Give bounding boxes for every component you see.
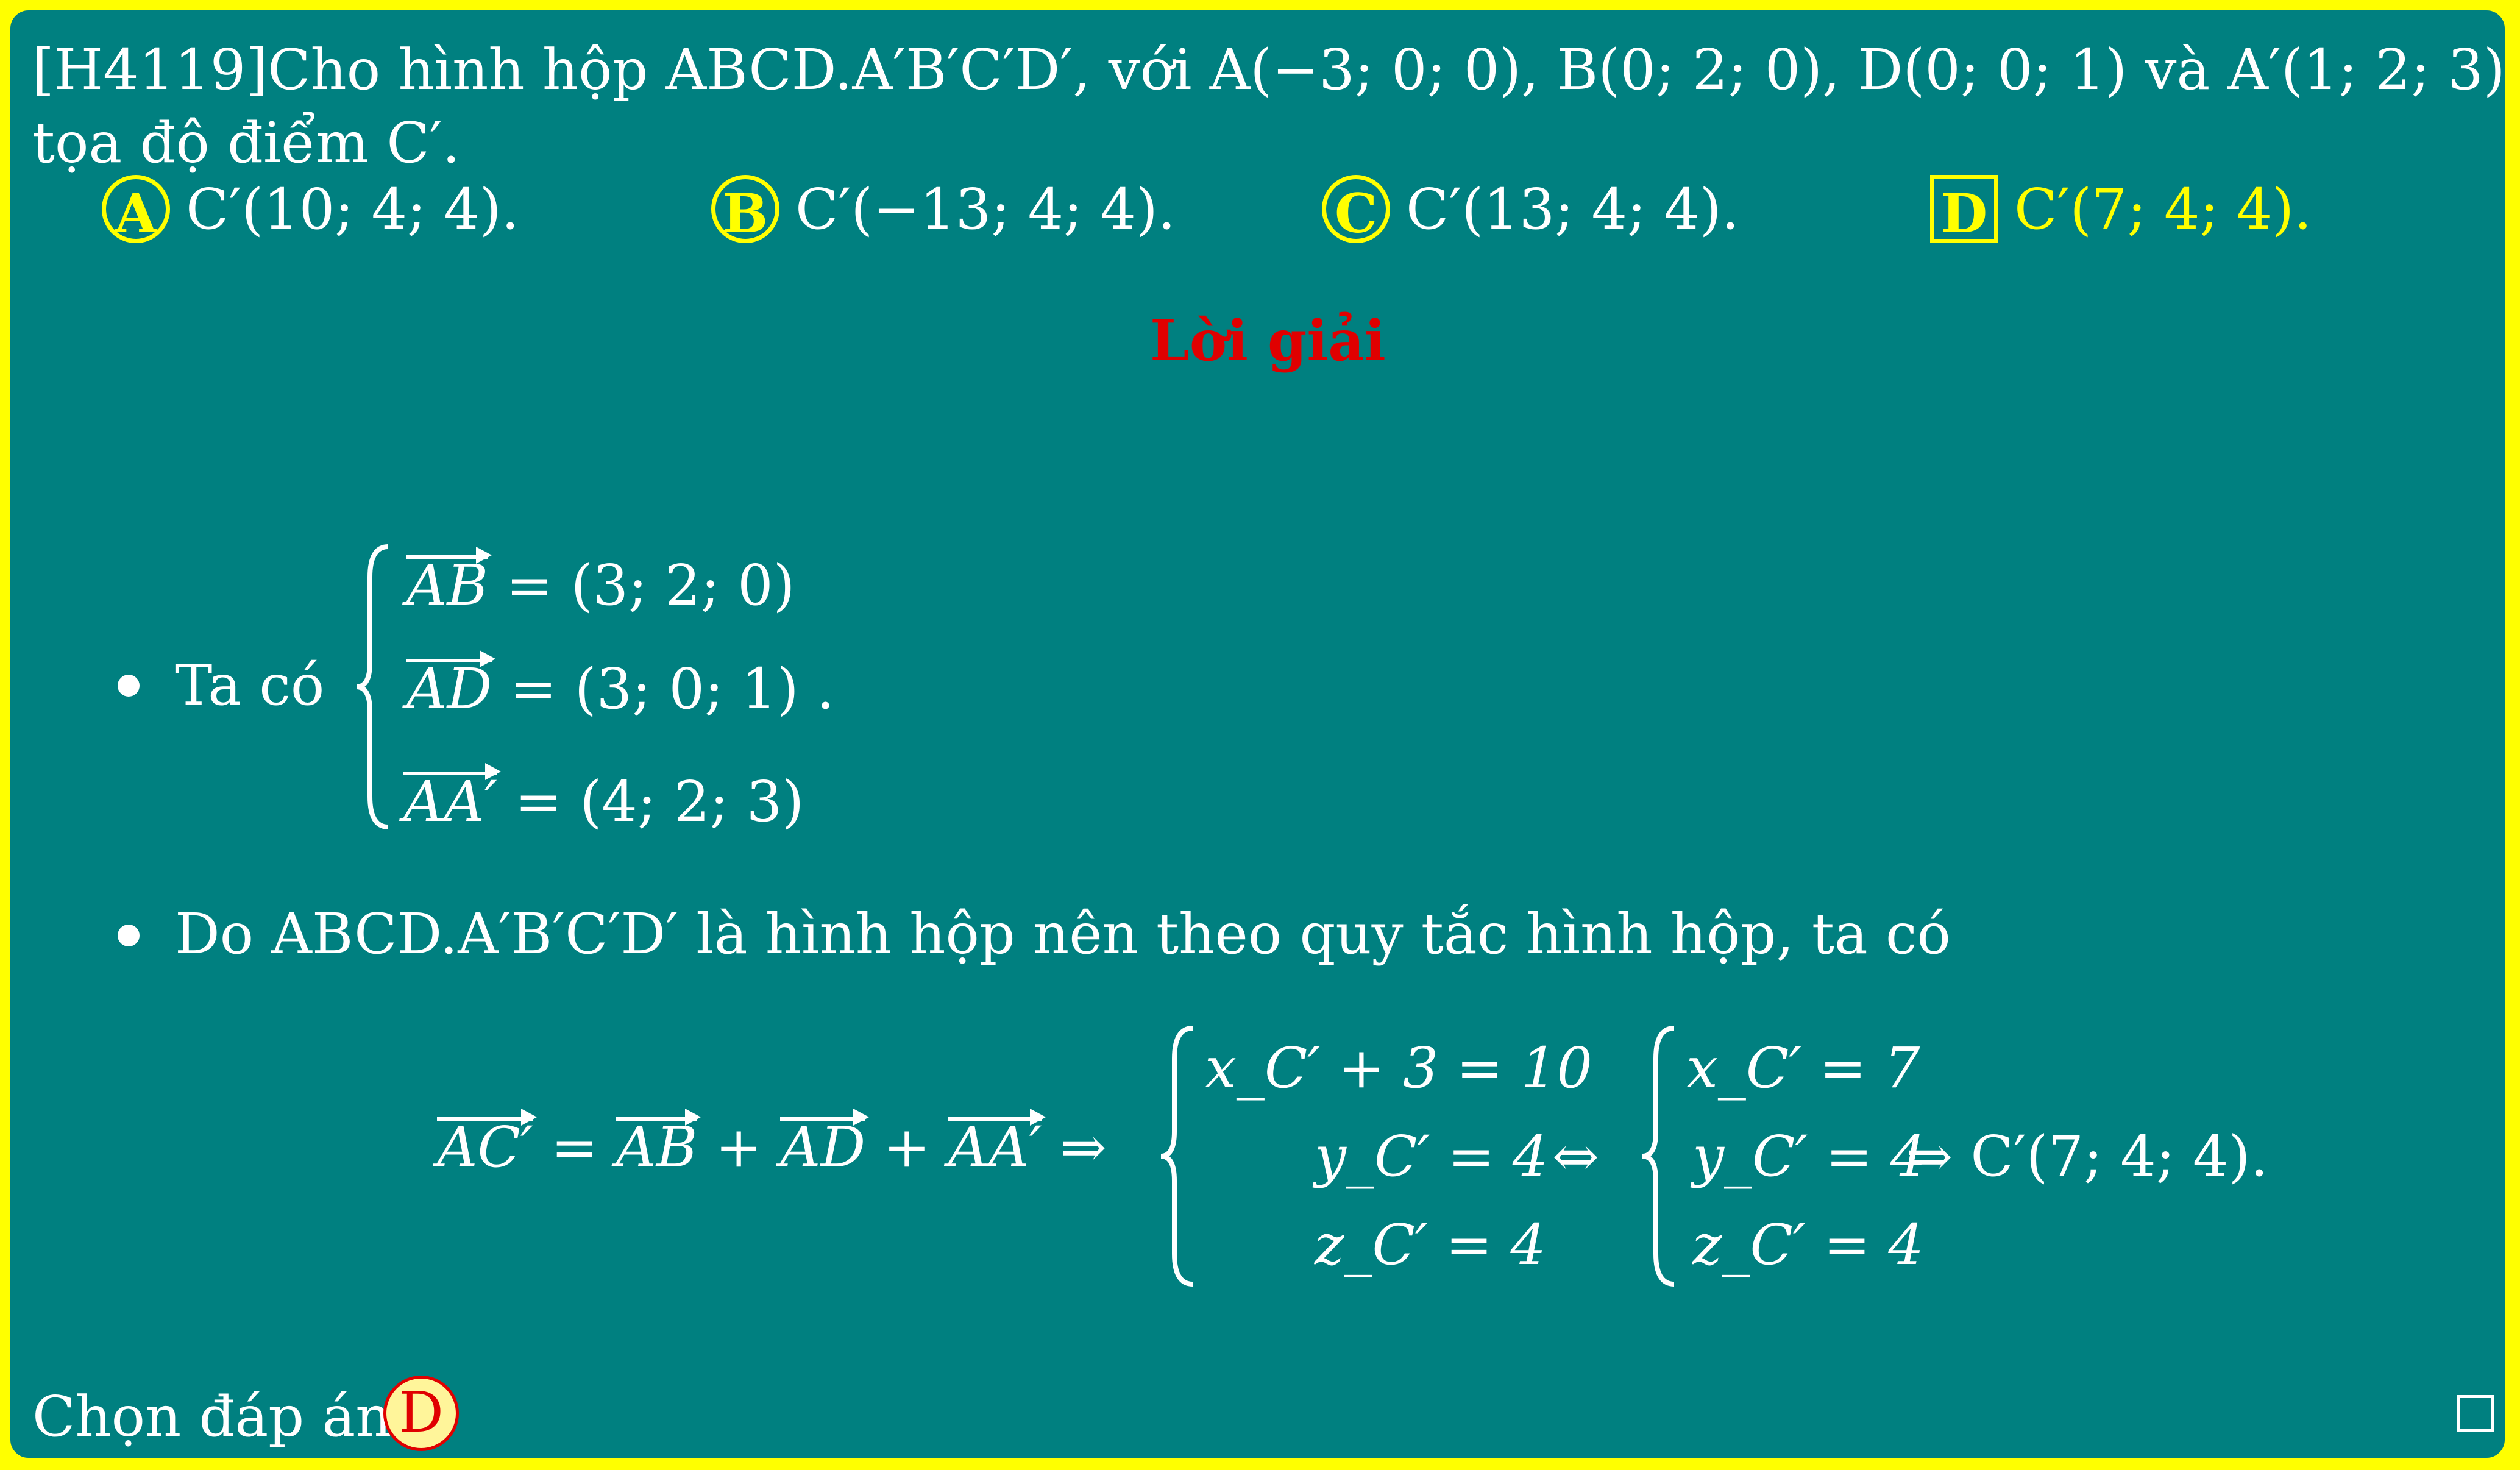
- system1-row-z: z_C′ = 4: [1315, 1212, 1546, 1277]
- bullet-1-text: Ta có: [175, 653, 325, 718]
- vector-ad-value: = (3; 0; 1) .: [509, 656, 835, 722]
- system1-row-x: x_C′ + 3 = 10: [1205, 1035, 1592, 1101]
- answer-badge: D: [383, 1376, 459, 1451]
- question-card: [H4119]Cho hình hộp ABCD.A′B′C′D′, với A…: [7, 7, 2508, 1461]
- vector-ab-value: = (3; 2; 0): [506, 553, 795, 618]
- bullet-1: [118, 675, 140, 697]
- system2-row-y: y_C′ = 4: [1692, 1124, 1926, 1189]
- equivalent-arrow: ⇔: [1552, 1124, 1600, 1189]
- vector-sum-equation: AC′ = AB + AD + AA′ ⇒: [437, 1109, 1107, 1180]
- equation-result: ⇒ C′(7; 4; 4).: [1906, 1124, 2268, 1189]
- checkbox[interactable]: [2457, 1395, 2494, 1432]
- vector-aa-value: = (4; 2; 3): [515, 769, 804, 834]
- option-d-text: C′(7; 4; 4).: [2014, 176, 2312, 242]
- system-brace-3: [1642, 1026, 1675, 1287]
- bullet-2: [118, 925, 140, 946]
- option-c-text: C′(13; 4; 4).: [1406, 176, 1739, 242]
- plus-sign-2: +: [883, 1115, 931, 1180]
- solution-heading: Lời giải: [1150, 308, 1386, 374]
- choose-answer-label: Chọn đáp án: [32, 1384, 392, 1449]
- eq-sign: =: [550, 1115, 598, 1180]
- vector-ab: AB: [406, 547, 492, 618]
- system2-row-z: z_C′ = 4: [1692, 1212, 1924, 1277]
- term-ad: AD: [779, 1109, 870, 1180]
- option-d-letter: D: [1930, 175, 1998, 245]
- option-c-letter: C: [1322, 175, 1390, 245]
- system1-row-y: y_C′ = 4: [1315, 1124, 1549, 1189]
- question-line-1: [H4119]Cho hình hộp ABCD.A′B′C′D′, với A…: [32, 37, 2508, 102]
- option-c[interactable]: C C′(13; 4; 4).: [1322, 175, 1739, 245]
- system-brace-2: [1160, 1026, 1193, 1287]
- option-a-letter: A: [102, 175, 170, 245]
- option-a[interactable]: A C′(10; 4; 4).: [102, 175, 519, 245]
- vector-row-ab: AB = (3; 2; 0): [406, 547, 795, 618]
- option-d[interactable]: D C′(7; 4; 4).: [1930, 175, 2312, 245]
- system2-row-x: x_C′ = 7: [1686, 1035, 1920, 1101]
- bullet-2-text: Do ABCD.A′B′C′D′ là hình hộp nên theo qu…: [175, 901, 1951, 967]
- vector-ad: AD: [406, 650, 496, 722]
- option-b-text: C′(−13; 4; 4).: [795, 176, 1176, 242]
- plus-sign-1: +: [715, 1115, 762, 1180]
- system-brace-1: [356, 544, 389, 829]
- term-ab: AB: [616, 1109, 701, 1180]
- question-line-2: tọa độ điểm C′.: [32, 110, 460, 176]
- option-a-text: C′(10; 4; 4).: [186, 176, 519, 242]
- option-b-letter: B: [711, 175, 779, 245]
- term-aa-prime: AA′: [948, 1109, 1046, 1180]
- vector-row-ad: AD = (3; 0; 1) .: [406, 650, 834, 722]
- vector-ac-prime: AC′: [437, 1109, 537, 1180]
- option-b[interactable]: B C′(−13; 4; 4).: [711, 175, 1176, 245]
- implies-arrow: ⇒: [1059, 1115, 1107, 1180]
- vector-aa-prime: AA′: [403, 763, 501, 834]
- vector-row-aa: AA′ = (4; 2; 3): [403, 763, 804, 834]
